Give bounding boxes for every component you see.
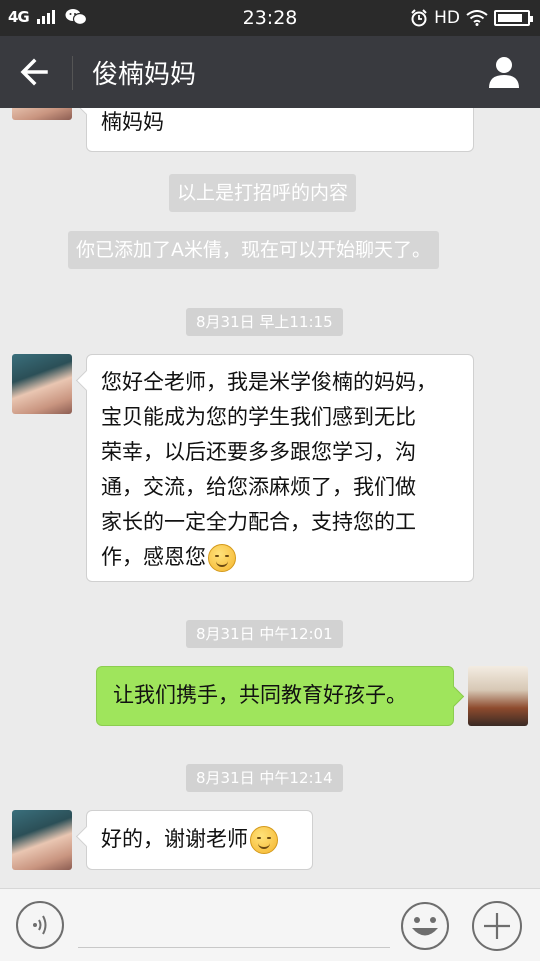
message-list[interactable]: 楠妈妈 以上是打招呼的内容 你已添加了A米倩，现在可以开始聊天了。 8月31日 …: [0, 108, 540, 888]
message-text: 好的，谢谢老师: [101, 827, 248, 851]
arrow-left-icon: [20, 58, 48, 86]
voice-icon: [33, 915, 47, 935]
message-bubble-received[interactable]: 好的，谢谢老师: [86, 810, 313, 870]
message-line-last: 作，感恩您: [101, 540, 459, 575]
message-line: 宝贝能成为您的学生我们感到无比: [101, 405, 416, 429]
message-line: 您好仝老师，我是米学俊楠的妈妈，: [101, 370, 437, 394]
input-bar: [0, 888, 540, 961]
page-title: 俊楠妈妈: [92, 60, 197, 90]
my-avatar[interactable]: [468, 666, 528, 726]
message-line: 通，交流，给您添麻烦了，我们做: [101, 475, 416, 499]
timestamp: 8月31日 中午12:14: [186, 764, 343, 792]
battery-icon: [494, 10, 533, 26]
person-icon: [489, 57, 519, 88]
timestamp: 8月31日 早上11:15: [186, 308, 343, 336]
system-notice: 你已添加了A米倩，现在可以开始聊天了。: [68, 231, 439, 269]
plus-icon: [484, 913, 510, 939]
wifi-icon: [466, 10, 488, 26]
contact-avatar[interactable]: [12, 108, 72, 120]
message-text: 楠妈妈: [101, 110, 164, 134]
emoji-button[interactable]: [400, 901, 450, 951]
smile-emoji-icon: [250, 826, 278, 854]
header-divider: [72, 56, 73, 90]
alarm-icon: [411, 9, 427, 27]
back-button[interactable]: [16, 54, 56, 90]
more-button[interactable]: [472, 901, 522, 951]
message-line: 家长的一定全力配合，支持您的工: [101, 510, 416, 534]
contact-avatar[interactable]: [12, 354, 72, 414]
smiley-icon: [401, 902, 449, 950]
battery-level: [498, 14, 522, 22]
message-text: 让我们携手，共同教育好孩子。: [113, 683, 407, 707]
status-right: HD: [410, 8, 533, 28]
system-notice: 以上是打招呼的内容: [169, 174, 357, 212]
message-line: 荣幸，以后还要多多跟您学习，沟: [101, 440, 416, 464]
contact-avatar[interactable]: [12, 810, 72, 870]
message-bubble-sent[interactable]: 让我们携手，共同教育好孩子。: [96, 666, 454, 726]
message-input[interactable]: [78, 901, 390, 948]
hd-indicator: HD: [434, 8, 460, 28]
message-bubble-received[interactable]: 楠妈妈: [86, 108, 474, 152]
chat-info-button[interactable]: [486, 54, 522, 90]
voice-button[interactable]: [16, 901, 64, 949]
timestamp: 8月31日 中午12:01: [186, 620, 343, 648]
chat-header: 俊楠妈妈: [0, 36, 540, 108]
status-bar: 4G 23:28 HD: [0, 0, 540, 36]
message-line: 作，感恩您: [101, 545, 206, 569]
smile-emoji-icon: [208, 544, 236, 572]
message-bubble-received[interactable]: 您好仝老师，我是米学俊楠的妈妈， 宝贝能成为您的学生我们感到无比 荣幸，以后还要…: [86, 354, 474, 582]
